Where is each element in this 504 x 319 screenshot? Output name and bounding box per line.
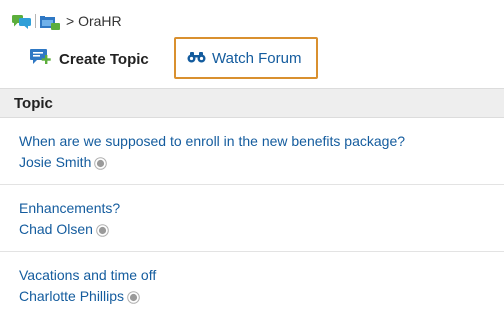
breadcrumb-divider (35, 14, 36, 28)
presence-status-icon[interactable] (127, 290, 140, 304)
topic-title-link[interactable]: Enhancements? (19, 199, 504, 217)
breadcrumb-separator: > (66, 13, 75, 29)
table-row: Enhancements? Chad Olsen (0, 185, 504, 252)
table-row: Vacations and time off Charlotte Phillip… (0, 252, 504, 319)
author-link[interactable]: Chad Olsen (19, 220, 93, 238)
topic-header-label: Topic (14, 94, 53, 112)
create-topic-label: Create Topic (59, 50, 149, 68)
presence-status-icon[interactable] (94, 156, 108, 170)
author-link[interactable]: Josie Smith (19, 153, 91, 171)
topic-column-header[interactable]: Topic (0, 88, 504, 118)
create-topic-icon (30, 48, 51, 70)
watch-forum-label: Watch Forum (212, 49, 302, 67)
breadcrumb-current: > OraHR (66, 13, 122, 29)
watch-forum-button[interactable]: Watch Forum (174, 37, 318, 79)
forum-toolbar: Create Topic Watch Forum (0, 37, 504, 83)
breadcrumb: > OraHR (12, 11, 122, 31)
topic-author-line: Charlotte Phillips (19, 287, 504, 305)
topic-author-line: Josie Smith (19, 153, 504, 171)
breadcrumb-current-label[interactable]: OraHR (78, 13, 122, 29)
author-link[interactable]: Charlotte Phillips (19, 287, 124, 305)
topic-list: When are we supposed to enroll in the ne… (0, 118, 504, 319)
topic-title-link[interactable]: When are we supposed to enroll in the ne… (19, 132, 504, 150)
table-row: When are we supposed to enroll in the ne… (0, 118, 504, 185)
presence-status-icon[interactable] (96, 223, 109, 237)
topic-author-line: Chad Olsen (19, 220, 504, 238)
binoculars-icon (187, 50, 206, 67)
chat-forum-icon[interactable] (12, 13, 32, 29)
folder-icon[interactable] (40, 13, 60, 30)
create-topic-button[interactable]: Create Topic (30, 44, 149, 74)
topic-title-link[interactable]: Vacations and time off (19, 266, 504, 284)
